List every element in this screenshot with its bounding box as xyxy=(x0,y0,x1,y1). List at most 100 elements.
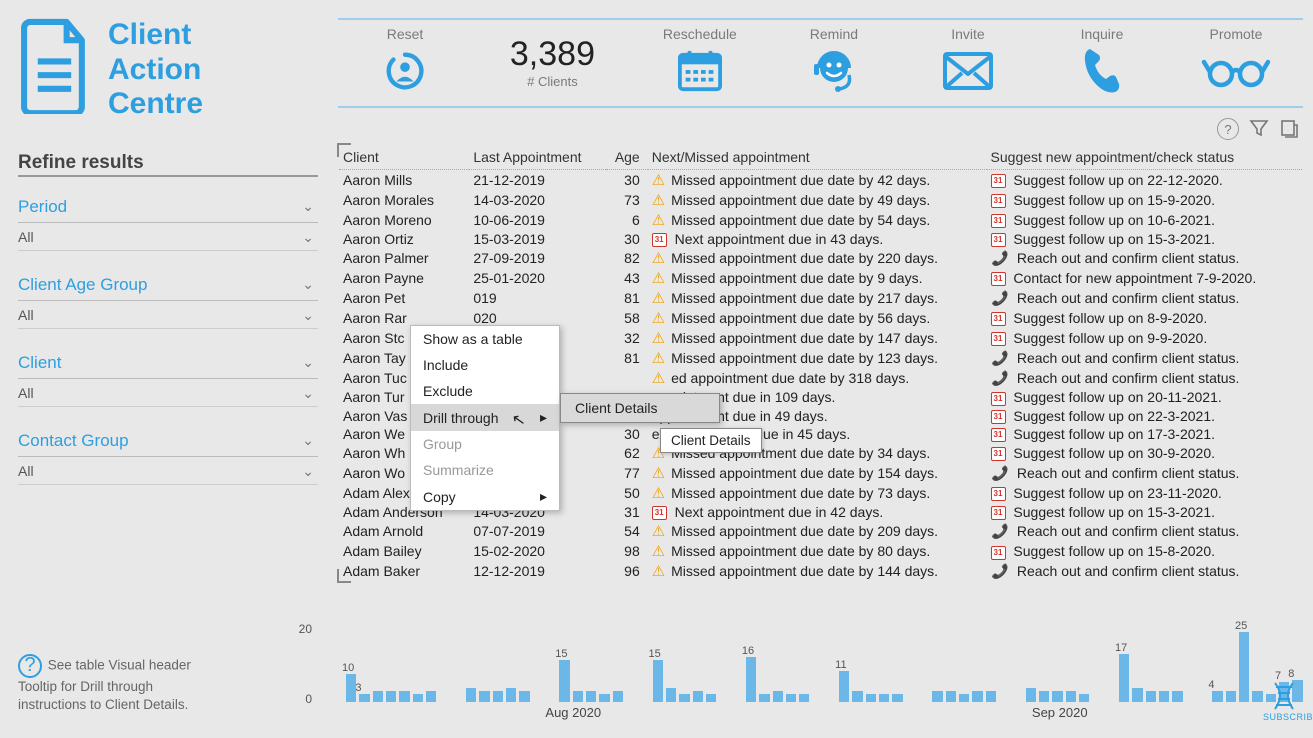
calendar-small-icon xyxy=(991,214,1006,228)
warning-icon: ⚠ xyxy=(652,543,665,560)
calendar-small-icon xyxy=(991,392,1006,406)
calendar-small-icon xyxy=(991,546,1006,560)
glasses-icon xyxy=(1169,43,1303,98)
ctx-include[interactable]: Include xyxy=(411,352,559,378)
calendar-small-icon xyxy=(991,272,1006,286)
warning-icon: ⚠ xyxy=(652,370,665,387)
warning-icon: ⚠ xyxy=(652,485,665,502)
table-row[interactable]: Adam Baker 12-12-2019 96 ⚠ Missed appoin… xyxy=(339,561,1302,581)
calendar-small-icon xyxy=(991,487,1006,501)
ctx-show-table[interactable]: Show as a table xyxy=(411,326,559,352)
filter-3-value[interactable]: All ⌄ xyxy=(18,457,318,485)
subscribe-badge[interactable]: SUBSCRIBE xyxy=(1263,681,1305,722)
col-last[interactable]: Last Appointment xyxy=(469,145,606,170)
table-row[interactable]: Adam Bailey 15-02-2020 98 ⚠ Missed appoi… xyxy=(339,541,1302,561)
warning-icon: ⚠ xyxy=(652,523,665,540)
chevron-down-icon: ⌄ xyxy=(302,354,314,371)
filter-icon[interactable] xyxy=(1249,118,1269,138)
reschedule-tile[interactable]: Reschedule xyxy=(633,24,767,100)
calendar-icon xyxy=(633,43,767,98)
context-menu[interactable]: Show as a table Include Exclude Drill th… xyxy=(410,325,560,511)
warning-icon: ⚠ xyxy=(652,350,665,367)
envelope-icon xyxy=(901,43,1035,98)
warning-icon: ⚠ xyxy=(652,270,665,287)
tooltip: Client Details xyxy=(660,428,762,453)
calendar-small-icon xyxy=(991,312,1006,326)
chevron-down-icon: ⌄ xyxy=(302,385,314,402)
help-text: ? See table Visual header Tooltip for Dr… xyxy=(18,654,218,714)
warning-icon: ⚠ xyxy=(652,563,665,580)
client-count: 3,389 xyxy=(472,35,633,74)
filter-1-header[interactable]: Client Age Group ⌄ xyxy=(18,269,318,301)
chevron-down-icon: ⌄ xyxy=(302,198,314,215)
phone-small-icon: 📞 xyxy=(991,523,1008,540)
chevron-down-icon: ⌄ xyxy=(302,307,314,324)
col-age[interactable]: Age xyxy=(606,145,648,170)
warning-icon: ⚠ xyxy=(652,212,665,229)
phone-small-icon: 📞 xyxy=(991,563,1008,580)
drill-submenu[interactable]: Client Details xyxy=(560,393,720,423)
table-row[interactable]: Adam Arnold 07-07-2019 54 ⚠ Missed appoi… xyxy=(339,521,1302,541)
ctx-group: Group xyxy=(411,431,559,457)
x-tick: Aug 2020 xyxy=(330,705,817,720)
chevron-down-icon: ⌄ xyxy=(302,276,314,293)
ctx-exclude[interactable]: Exclude xyxy=(411,378,559,404)
reset-tile[interactable]: Reset xyxy=(338,24,472,100)
calendar-small-icon xyxy=(652,506,667,520)
col-client[interactable]: Client xyxy=(339,145,469,170)
inquire-tile[interactable]: Inquire xyxy=(1035,24,1169,100)
calendar-small-icon xyxy=(991,447,1006,461)
remind-tile[interactable]: Remind xyxy=(767,24,901,100)
warning-icon: ⚠ xyxy=(652,290,665,307)
phone-small-icon: 📞 xyxy=(991,290,1008,307)
warning-icon: ⚠ xyxy=(652,465,665,482)
promote-tile[interactable]: Promote xyxy=(1169,24,1303,100)
chevron-right-icon: ▸ xyxy=(540,409,547,426)
table-row[interactable]: Aaron Ortiz 15-03-2019 30 Next appointme… xyxy=(339,230,1302,248)
table-row[interactable]: Aaron Palmer 27-09-2019 82 ⚠ Missed appo… xyxy=(339,248,1302,268)
calendar-small-icon xyxy=(991,233,1006,247)
ctx-copy[interactable]: Copy▸ xyxy=(411,483,559,510)
phone-small-icon: 📞 xyxy=(991,250,1008,267)
warning-icon: ⚠ xyxy=(652,250,665,267)
calendar-small-icon xyxy=(991,410,1006,424)
calendar-small-icon xyxy=(991,428,1006,442)
calendar-small-icon xyxy=(652,233,667,247)
help-circle-icon: ? xyxy=(18,654,42,678)
filter-2-header[interactable]: Client ⌄ xyxy=(18,347,318,379)
table-row[interactable]: Aaron Morales 14-03-2020 73 ⚠ Missed app… xyxy=(339,190,1302,210)
filter-1-value[interactable]: All ⌄ xyxy=(18,301,318,329)
phone-small-icon: 📞 xyxy=(991,465,1008,482)
phone-small-icon: 📞 xyxy=(991,370,1008,387)
table-row[interactable]: Aaron Mills 21-12-2019 30 ⚠ Missed appoi… xyxy=(339,170,1302,191)
headset-icon xyxy=(767,43,901,98)
reset-icon xyxy=(338,43,472,98)
warning-icon: ⚠ xyxy=(652,172,665,189)
filter-3-header[interactable]: Contact Group ⌄ xyxy=(18,425,318,457)
help-icon[interactable]: ? xyxy=(1217,118,1239,140)
calendar-small-icon xyxy=(991,174,1006,188)
chevron-down-icon: ⌄ xyxy=(302,463,314,480)
filter-0-header[interactable]: Period ⌄ xyxy=(18,191,318,223)
logo-block: Client Action Centre xyxy=(18,18,318,122)
export-icon[interactable] xyxy=(1279,118,1299,138)
filter-0-value[interactable]: All ⌄ xyxy=(18,223,318,251)
client-count-tile: 3,389 # Clients xyxy=(472,33,633,91)
calendar-small-icon xyxy=(991,506,1006,520)
ctx-drill-through[interactable]: Drill through▸ xyxy=(411,404,559,431)
calendar-small-icon xyxy=(991,194,1006,208)
table-row[interactable]: Aaron Moreno 10-06-2019 6 ⚠ Missed appoi… xyxy=(339,210,1302,230)
chevron-down-icon: ⌄ xyxy=(302,229,314,246)
daily-chart[interactable]: 20 0 103151516111742578 Aug 2020Sep 2020 xyxy=(330,604,1303,724)
drill-client-details[interactable]: Client Details xyxy=(561,394,719,422)
table-row[interactable]: Aaron Payne 25-01-2020 43 ⚠ Missed appoi… xyxy=(339,268,1302,288)
chevron-down-icon: ⌄ xyxy=(302,432,314,449)
col-next[interactable]: Next/Missed appointment xyxy=(648,145,987,170)
table-row[interactable]: Aaron Pet 019 81 ⚠ Missed appointment du… xyxy=(339,288,1302,308)
warning-icon: ⚠ xyxy=(652,310,665,327)
invite-tile[interactable]: Invite xyxy=(901,24,1035,100)
x-tick: Sep 2020 xyxy=(817,705,1304,720)
phone-small-icon: 📞 xyxy=(991,350,1008,367)
filter-2-value[interactable]: All ⌄ xyxy=(18,379,318,407)
col-suggest[interactable]: Suggest new appointment/check status xyxy=(987,145,1302,170)
